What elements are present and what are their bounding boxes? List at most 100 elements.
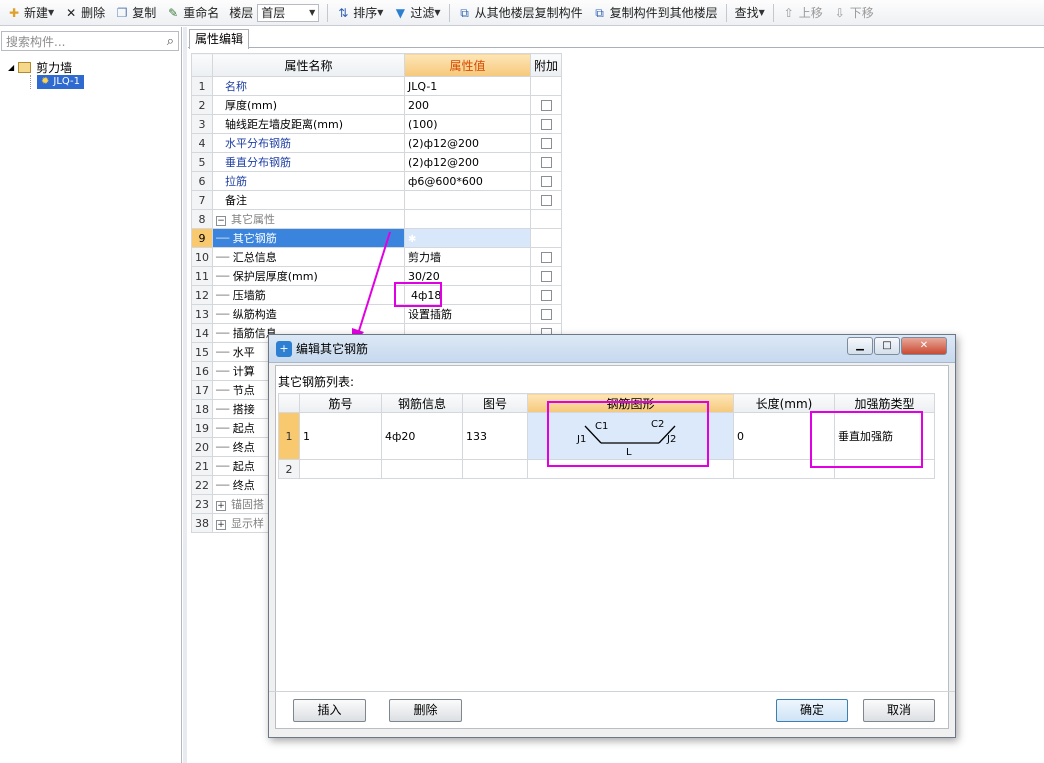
prop-value[interactable]: (100) (404, 114, 531, 134)
prop-value[interactable]: JLQ-1 (404, 76, 531, 96)
extra-checkbox[interactable] (540, 138, 552, 149)
prop-value[interactable]: (2)ф12@200 (404, 152, 531, 172)
expand-icon[interactable]: + (216, 501, 226, 511)
new-button[interactable]: ✚ 新建 ▼ (2, 2, 59, 24)
bar-no-cell[interactable]: 1 (299, 412, 382, 460)
header-type[interactable]: 加强筋类型 (834, 393, 935, 413)
sort-label: 排序 (353, 6, 378, 20)
table-row[interactable]: 4 水平分布钢筋 (2)ф12@200 (191, 133, 563, 153)
copy-from-floor-button[interactable]: ⧉ 从其他楼层复制构件 (453, 2, 588, 24)
close-button[interactable]: ✕ (901, 337, 947, 355)
ellipsis-icon[interactable]: ✱ (408, 234, 416, 245)
table-row[interactable]: 6 拉筋 ф6@600*600 (191, 171, 563, 191)
component-tree: ◢ 剪力墙 ✹ JLQ-1 (8, 59, 85, 89)
expand-icon[interactable]: ◢ (8, 63, 14, 72)
extra-checkbox[interactable] (540, 290, 552, 301)
table-row[interactable]: 3 轴线距左墙皮距离(mm) (100) (191, 114, 563, 134)
copy-button[interactable]: ❐ 复制 (110, 2, 161, 24)
row-number: 19 (191, 418, 213, 438)
copy-from-icon: ⧉ (460, 5, 469, 20)
bar-no-cell[interactable] (299, 459, 382, 479)
arrow-down-icon: ⇩ (834, 5, 845, 20)
prop-value[interactable]: (2)ф12@200 (404, 133, 531, 153)
row-number: 15 (191, 342, 213, 362)
delete-button[interactable]: ✕ 删除 (59, 2, 110, 24)
extra-checkbox[interactable] (540, 100, 552, 111)
header-name[interactable]: 属性名称 (212, 53, 405, 77)
bar-info-cell[interactable] (381, 459, 463, 479)
move-up-label: 上移 (798, 6, 823, 20)
search-input[interactable]: 搜索构件... ⌕ (1, 31, 179, 51)
table-row[interactable]: 1 名称 JLQ-1 (191, 76, 563, 96)
cancel-button[interactable]: 取消 (863, 699, 935, 722)
find-button[interactable]: 查找 ▼ (730, 2, 770, 24)
app-logo-icon: + (276, 340, 292, 357)
splitter[interactable] (183, 27, 187, 763)
table-row[interactable]: 5 垂直分布钢筋 (2)ф12@200 (191, 152, 563, 172)
move-down-button[interactable]: ⇩ 下移 (828, 2, 879, 24)
maximize-button[interactable]: □ (874, 337, 900, 355)
extra-checkbox[interactable] (540, 195, 552, 206)
row-number: 12 (191, 285, 213, 305)
prop-value[interactable]: ф6@600*600 (404, 171, 531, 191)
table-row[interactable]: 2 厚度(mm) 200 (191, 95, 563, 115)
extra-checkbox[interactable] (540, 119, 552, 130)
insert-button[interactable]: 插入 (293, 699, 366, 722)
header-bar-no[interactable]: 筋号 (299, 393, 382, 413)
extra-checkbox[interactable] (540, 157, 552, 168)
ok-button[interactable]: 确定 (776, 699, 848, 722)
copy-from-label: 从其他楼层复制构件 (474, 6, 583, 20)
dialog-title: 编辑其它钢筋 (296, 342, 369, 356)
expand-icon[interactable]: + (216, 520, 226, 530)
header-bar-info[interactable]: 钢筋信息 (381, 393, 463, 413)
dialog-titlebar[interactable]: + 编辑其它钢筋 ▁ □ ✕ (269, 335, 955, 363)
extra-checkbox[interactable] (540, 176, 552, 187)
prop-value[interactable]: 200 (404, 95, 531, 115)
delete-label: 删除 (81, 6, 106, 20)
arrow-up-icon: ⇧ (783, 5, 794, 20)
tree-node-root[interactable]: ◢ 剪力墙 (8, 59, 84, 75)
search-icon[interactable]: ⌕ (167, 34, 174, 49)
header-length[interactable]: 长度(mm) (733, 393, 835, 413)
figure-no-cell[interactable] (462, 459, 528, 479)
row-number: 2 (191, 95, 213, 115)
floor-selector[interactable]: 楼层 首层 ▼ (224, 2, 324, 24)
prop-name: 水平分布钢筋 (212, 133, 405, 153)
prop-value[interactable]: 设置插筋 (404, 304, 531, 324)
table-row-group[interactable]: 8− 其它属性 (191, 209, 563, 229)
prop-value-editor[interactable]: ✱ (404, 228, 531, 248)
prop-group-name: − 其它属性 (212, 209, 405, 229)
selected-node[interactable]: ✹ JLQ-1 (37, 75, 85, 89)
tab-bar: 属性编辑 (188, 27, 1044, 49)
extra-checkbox[interactable] (540, 309, 552, 320)
row-number: 38 (191, 513, 213, 533)
collapse-icon[interactable]: − (216, 216, 226, 226)
figure-no-cell[interactable]: 133 (462, 412, 528, 460)
toolbar-divider (448, 3, 450, 22)
prop-value[interactable] (404, 190, 531, 210)
row-number: 1 (191, 76, 213, 96)
header-figure-no[interactable]: 图号 (462, 393, 528, 413)
prop-value[interactable]: 剪力墙 (404, 247, 531, 267)
extra-checkbox[interactable] (540, 271, 552, 282)
extra-cell (529, 228, 563, 248)
move-up-button[interactable]: ⇧ 上移 (777, 2, 828, 24)
tree-node-label: 剪力墙 (36, 60, 73, 75)
tree-node-child[interactable]: ✹ JLQ-1 (30, 75, 85, 89)
bar-info-cell[interactable]: 4ф20 (381, 412, 463, 460)
header-value[interactable]: 属性值 (404, 53, 531, 77)
tree-child-label: JLQ-1 (53, 76, 81, 87)
minimize-button[interactable]: ▁ (847, 337, 873, 355)
sort-button[interactable]: ⇅ 排序 ▼ (331, 2, 388, 24)
filter-button[interactable]: ▼ 过滤 ▼ (388, 2, 445, 24)
prop-name: 厚度(mm) (212, 95, 405, 115)
extra-checkbox[interactable] (540, 252, 552, 263)
rename-button[interactable]: ✎ 重命名 (161, 2, 224, 24)
copy-to-floor-button[interactable]: ⧉ 复制构件到其他楼层 (588, 2, 723, 24)
tab-property-edit[interactable]: 属性编辑 (189, 29, 250, 49)
header-extra[interactable]: 附加 (529, 53, 563, 77)
delete-button[interactable]: 删除 (389, 699, 462, 722)
row-number: 1 (278, 412, 300, 460)
floor-dropdown[interactable]: 首层 ▼ (257, 3, 320, 22)
table-row[interactable]: 7 备注 (191, 190, 563, 210)
